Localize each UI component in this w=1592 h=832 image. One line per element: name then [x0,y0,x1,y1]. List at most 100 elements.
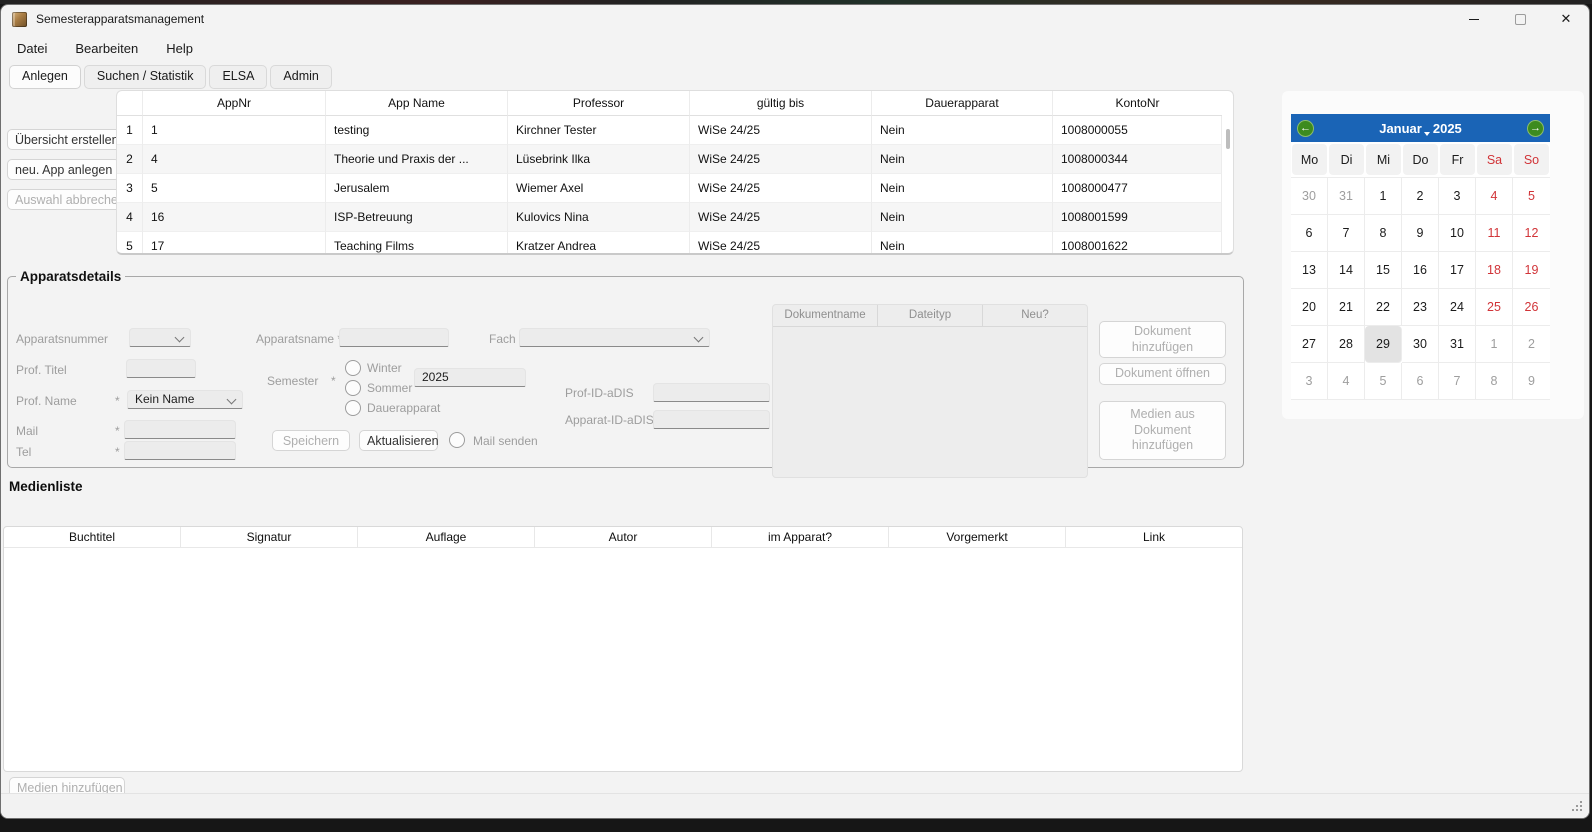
calendar-day[interactable]: 3 [1439,178,1476,215]
calendar-day[interactable]: 6 [1291,215,1328,252]
media-header-signatur[interactable]: Signatur [181,527,358,548]
calendar-day[interactable]: 9 [1402,215,1439,252]
calendar-day[interactable]: 14 [1328,252,1365,289]
medien-aus-dokument-hinzufugen-button[interactable]: Medien aus Dokument hinzufügen [1099,401,1226,460]
calendar-day[interactable]: 10 [1439,215,1476,252]
calendar-day[interactable]: 16 [1402,252,1439,289]
semester-year-field[interactable]: 2025 [414,368,526,387]
calendar-day[interactable]: 4 [1328,363,1365,400]
calendar-day[interactable]: 27 [1291,326,1328,363]
table-row[interactable]: 416ISP-BetreuungKulovics NinaWiSe 24/25N… [117,203,1222,232]
prof-titel-field[interactable] [126,359,196,378]
calendar-prev-button[interactable]: ← [1297,120,1314,137]
dokument-offnen-button[interactable]: Dokument öffnen [1099,363,1226,385]
mail-field[interactable] [124,420,236,439]
media-header-vorgemerkt[interactable]: Vorgemerkt [889,527,1066,548]
media-header-buchtitel[interactable]: Buchtitel [4,527,181,548]
calendar-day[interactable]: 19 [1513,252,1550,289]
table-row[interactable]: 11testingKirchner TesterWiSe 24/25Nein10… [117,116,1222,145]
calendar-day[interactable]: 3 [1291,363,1328,400]
calendar-next-button[interactable]: → [1527,120,1544,137]
resize-grip[interactable] [1572,801,1584,813]
menu-item-help[interactable]: Help [166,41,193,56]
calendar-day[interactable]: 15 [1365,252,1402,289]
calendar-day-today[interactable]: 29 [1365,326,1402,363]
table-row[interactable]: 517Teaching FilmsKratzer AndreaWiSe 24/2… [117,232,1222,255]
tel-field[interactable] [124,441,236,460]
calendar-day[interactable]: 24 [1439,289,1476,326]
documents-header-dokumentname[interactable]: Dokumentname [773,305,878,326]
prof-id-adis-field[interactable] [653,383,770,402]
calendar-day[interactable]: 4 [1476,178,1513,215]
tab-admin[interactable]: Admin [270,65,331,89]
calendar-day[interactable]: 18 [1476,252,1513,289]
auswahl-abbrechen-button[interactable]: Auswahl abbrechen [7,189,133,210]
dokument-hinzufugen-button[interactable]: Dokument hinzufügen [1099,321,1226,358]
apps-header-gultig-bis[interactable]: gültig bis [690,91,872,116]
apps-header-app-name[interactable]: App Name [326,91,508,116]
tab-elsa[interactable]: ELSA [209,65,267,89]
apparatsnummer-combobox[interactable] [129,328,191,347]
calendar-day[interactable]: 2 [1513,326,1550,363]
calendar-day[interactable]: 28 [1328,326,1365,363]
apps-header-professor[interactable]: Professor [508,91,690,116]
table-row[interactable]: 35JerusalemWiemer AxelWiSe 24/25Nein1008… [117,174,1222,203]
calendar-day[interactable]: 5 [1365,363,1402,400]
documents-header-neu[interactable]: Neu? [983,305,1087,326]
minimize-button[interactable] [1451,5,1497,33]
calendar-month-year[interactable]: Januar2025 [1379,121,1462,136]
menu-item-bearbeiten[interactable]: Bearbeiten [75,41,138,56]
calendar-day[interactable]: 17 [1439,252,1476,289]
calendar-day[interactable]: 8 [1365,215,1402,252]
apps-header-appnr[interactable]: AppNr [143,91,326,116]
calendar-day[interactable]: 1 [1476,326,1513,363]
sommer-radio[interactable] [345,380,361,396]
dauerapparat-radio[interactable] [345,400,361,416]
calendar-day[interactable]: 5 [1513,178,1550,215]
calendar-day[interactable]: 2 [1402,178,1439,215]
tab-anlegen[interactable]: Anlegen [9,65,81,89]
calendar-day[interactable]: 7 [1439,363,1476,400]
calendar-day[interactable]: 26 [1513,289,1550,326]
calendar-day[interactable]: 21 [1328,289,1365,326]
calendar-day[interactable]: 25 [1476,289,1513,326]
calendar-day[interactable]: 9 [1513,363,1550,400]
calendar-day[interactable]: 31 [1328,178,1365,215]
calendar-day[interactable]: 30 [1402,326,1439,363]
calendar-day[interactable]: 8 [1476,363,1513,400]
calendar-day[interactable]: 7 [1328,215,1365,252]
apps-table-scrollbar[interactable] [1226,129,1230,149]
apparat-id-adis-field[interactable] [653,410,770,429]
tab-suchen-statistik[interactable]: Suchen / Statistik [84,65,207,89]
calendar-day[interactable]: 20 [1291,289,1328,326]
apparatsname-field[interactable] [339,328,449,347]
apps-header-kontonr[interactable]: KontoNr [1053,91,1222,116]
neu-app-anlegen-button[interactable]: neu. App anlegen [7,159,120,180]
calendar-day[interactable]: 30 [1291,178,1328,215]
calendar-day[interactable]: 1 [1365,178,1402,215]
calendar-day[interactable]: 13 [1291,252,1328,289]
calendar-day[interactable]: 23 [1402,289,1439,326]
media-header-link[interactable]: Link [1066,527,1242,548]
apps-header-dauerapparat[interactable]: Dauerapparat [872,91,1053,116]
calendar-day[interactable]: 22 [1365,289,1402,326]
media-header-autor[interactable]: Autor [535,527,712,548]
calendar-day[interactable]: 31 [1439,326,1476,363]
speichern-button[interactable]: Speichern [272,430,350,451]
prof-name-combobox[interactable]: Kein Name [127,390,243,409]
fach-combobox[interactable] [519,328,710,347]
calendar-day[interactable]: 6 [1402,363,1439,400]
table-row[interactable]: 24Theorie und Praxis der ...Lüsebrink Il… [117,145,1222,174]
menu-item-datei[interactable]: Datei [17,41,47,56]
aktualisieren-button[interactable]: Aktualisieren [359,430,438,451]
documents-header-dateityp[interactable]: Dateityp [878,305,983,326]
mail-senden-checkbox[interactable] [449,432,465,448]
winter-radio[interactable] [345,360,361,376]
ubersicht-erstellen-button[interactable]: Übersicht erstellen [7,129,127,150]
maximize-button[interactable] [1497,5,1543,33]
calendar-day[interactable]: 12 [1513,215,1550,252]
close-button[interactable]: ✕ [1543,5,1589,33]
calendar-day[interactable]: 11 [1476,215,1513,252]
media-header-auflage[interactable]: Auflage [358,527,535,548]
media-header-im-apparat[interactable]: im Apparat? [712,527,889,548]
